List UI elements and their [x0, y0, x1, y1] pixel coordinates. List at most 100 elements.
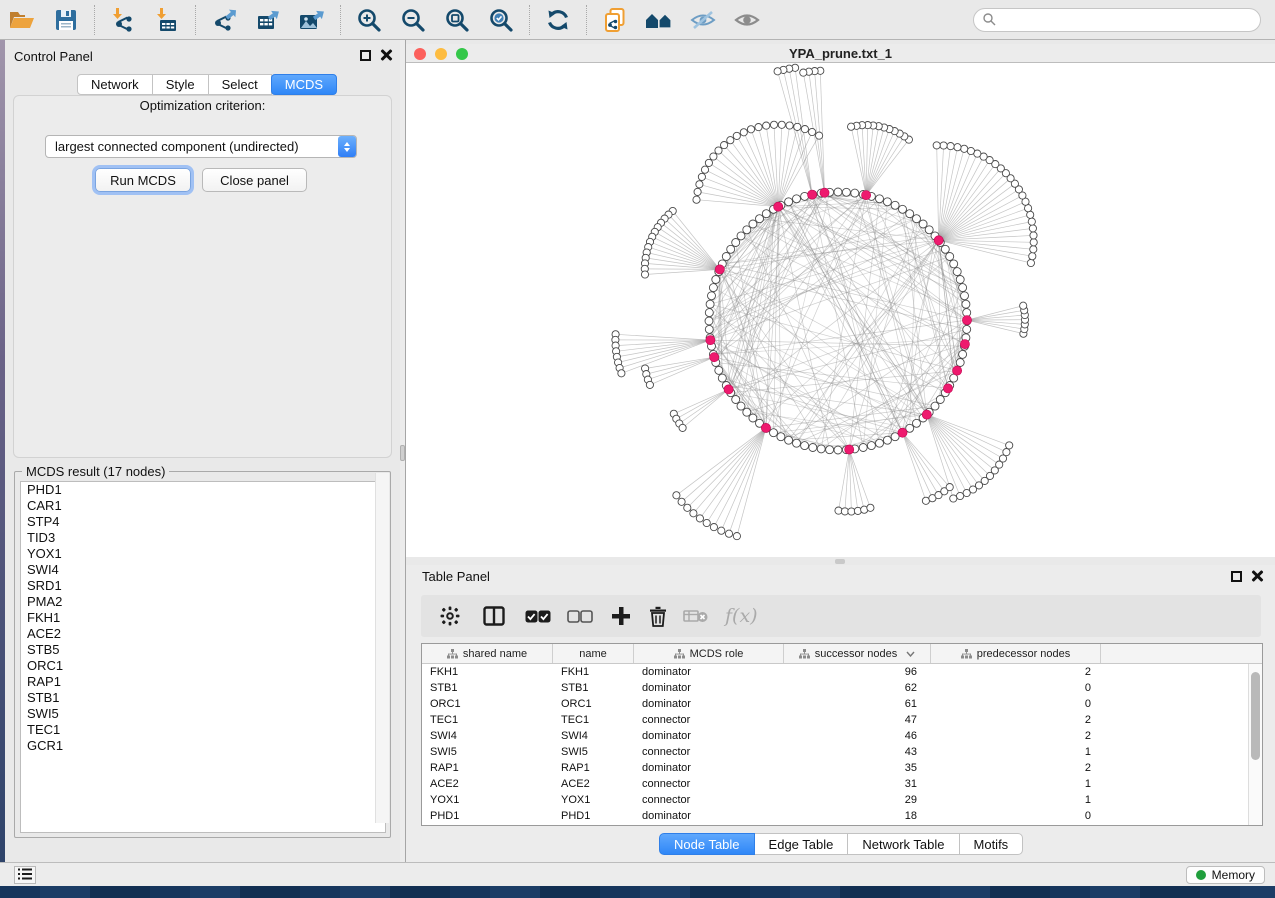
criterion-select[interactable]: largest connected component (undirected)	[45, 135, 357, 158]
zoom-in-button[interactable]	[352, 4, 386, 36]
table-row[interactable]: FKH1FKH1dominator962	[422, 664, 1262, 680]
table-scrollbar-thumb[interactable]	[1251, 672, 1260, 760]
memory-status-icon	[1196, 870, 1206, 880]
mcds-list-scrollbar[interactable]	[375, 473, 389, 823]
column-header-name[interactable]: name	[553, 644, 634, 663]
tab-motifs[interactable]: Motifs	[959, 833, 1024, 855]
zoom-out-button[interactable]	[396, 4, 430, 36]
zoom-selected-button[interactable]	[484, 4, 518, 36]
search-input[interactable]	[996, 13, 1252, 27]
import-table-button[interactable]	[150, 4, 184, 36]
mcds-result-list[interactable]: PHD1CAR1STP4TID3YOX1SWI4SRD1PMA2FKH1ACE2…	[20, 481, 386, 833]
mcds-result-item[interactable]: GCR1	[21, 738, 385, 754]
mcds-result-item[interactable]: STB5	[21, 642, 385, 658]
mcds-result-item[interactable]: STB1	[21, 690, 385, 706]
panel-splitter-horizontal[interactable]	[406, 557, 1275, 565]
table-row[interactable]: PHD1PHD1dominator180	[422, 808, 1262, 824]
deselect-all-button[interactable]	[567, 610, 593, 623]
table-row[interactable]: TEC1TEC1connector472	[422, 712, 1262, 728]
search-field[interactable]	[973, 8, 1261, 32]
table-row[interactable]: ACE2ACE2connector311	[422, 776, 1262, 792]
tab-edge-table[interactable]: Edge Table	[754, 833, 849, 855]
float-panel-icon[interactable]	[360, 50, 371, 61]
export-network-button[interactable]	[207, 4, 241, 36]
column-header-MCDS-role[interactable]: MCDS role	[634, 644, 784, 663]
run-mcds-button[interactable]: Run MCDS	[95, 168, 191, 192]
zoom-fit-button[interactable]	[440, 4, 474, 36]
mcds-result-item[interactable]: SRD1	[21, 578, 385, 594]
close-panel-icon[interactable]	[1251, 570, 1263, 582]
mcds-result-item[interactable]: SWI4	[21, 562, 385, 578]
table-row[interactable]: STB1STB1dominator620	[422, 680, 1262, 696]
clear-table-button[interactable]	[683, 608, 709, 624]
new-network-from-selection-button[interactable]	[598, 4, 632, 36]
import-network-button[interactable]	[106, 4, 140, 36]
export-image-icon	[298, 7, 326, 33]
delete-column-button[interactable]	[649, 606, 667, 627]
table-settings-button[interactable]	[439, 605, 461, 627]
close-panel-icon[interactable]	[380, 49, 392, 61]
first-neighbors-button[interactable]	[642, 4, 676, 36]
mcds-result-group-title: MCDS result (17 nodes)	[22, 464, 169, 479]
split-view-button[interactable]	[483, 606, 505, 626]
column-header-predecessor-nodes[interactable]: predecessor nodes	[931, 644, 1101, 663]
network-view-canvas[interactable]	[406, 63, 1275, 557]
cell-MCDS-role: dominator	[634, 762, 784, 774]
table-row[interactable]: RAP1RAP1dominator352	[422, 760, 1262, 776]
apply-layout-button[interactable]	[541, 4, 575, 36]
mcds-result-item[interactable]: ACE2	[21, 626, 385, 642]
tab-network-table[interactable]: Network Table	[847, 833, 959, 855]
cell-name: SWI4	[553, 730, 634, 742]
open-session-button[interactable]	[5, 4, 39, 36]
table-row[interactable]: ORC1ORC1dominator610	[422, 696, 1262, 712]
export-table-button[interactable]	[251, 4, 285, 36]
table-row[interactable]: SWI4SWI4dominator462	[422, 728, 1262, 744]
mcds-result-item[interactable]: ORC1	[21, 658, 385, 674]
hide-selected-button[interactable]	[686, 4, 720, 36]
mcds-result-item[interactable]: CAR1	[21, 498, 385, 514]
mcds-result-item[interactable]: RAP1	[21, 674, 385, 690]
network-graph[interactable]	[406, 63, 1275, 557]
memory-button[interactable]: Memory	[1186, 866, 1265, 884]
tab-network[interactable]: Network	[77, 74, 153, 95]
column-header-successor-nodes[interactable]: successor nodes	[784, 644, 931, 663]
cell-name: RAP1	[553, 762, 634, 774]
splitter-grip[interactable]	[400, 445, 405, 461]
tab-mcds[interactable]: MCDS	[271, 74, 337, 95]
cell-successor-nodes: 29	[784, 794, 931, 806]
eye-icon	[733, 8, 761, 32]
save-session-button[interactable]	[49, 4, 83, 36]
export-image-button[interactable]	[295, 4, 329, 36]
table-row[interactable]: YOX1YOX1connector291	[422, 792, 1262, 808]
cell-predecessor-nodes: 0	[931, 682, 1101, 694]
add-column-button[interactable]	[611, 606, 631, 626]
mcds-result-item[interactable]: TID3	[21, 530, 385, 546]
float-panel-icon[interactable]	[1231, 571, 1242, 582]
tab-select[interactable]: Select	[208, 74, 272, 95]
mcds-result-item[interactable]: FKH1	[21, 610, 385, 626]
splitter-grip[interactable]	[835, 559, 845, 564]
task-history-button[interactable]	[14, 866, 36, 884]
table-row[interactable]: SWI5SWI5connector431	[422, 744, 1262, 760]
mcds-result-item[interactable]: TEC1	[21, 722, 385, 738]
close-panel-button[interactable]: Close panel	[202, 168, 307, 192]
tab-node-table[interactable]: Node Table	[659, 833, 755, 855]
node-table[interactable]: shared namenameMCDS rolesuccessor nodesp…	[421, 643, 1263, 826]
function-builder-button[interactable]: f(x)	[725, 605, 758, 627]
cell-successor-nodes: 31	[784, 778, 931, 790]
zoom-out-icon	[400, 7, 426, 33]
desktop-background	[0, 886, 1275, 898]
network-window-titlebar[interactable]: YPA_prune.txt_1	[406, 44, 1275, 63]
status-bar: Memory	[0, 862, 1275, 886]
mcds-result-item[interactable]: STP4	[21, 514, 385, 530]
table-scrollbar[interactable]	[1248, 664, 1262, 826]
column-header-filler	[1101, 644, 1262, 663]
select-all-button[interactable]	[525, 610, 551, 623]
show-all-button[interactable]	[730, 4, 764, 36]
mcds-result-item[interactable]: PHD1	[21, 482, 385, 498]
tab-style[interactable]: Style	[152, 74, 209, 95]
mcds-result-item[interactable]: PMA2	[21, 594, 385, 610]
mcds-result-item[interactable]: YOX1	[21, 546, 385, 562]
column-header-shared-name[interactable]: shared name	[422, 644, 553, 663]
mcds-result-item[interactable]: SWI5	[21, 706, 385, 722]
